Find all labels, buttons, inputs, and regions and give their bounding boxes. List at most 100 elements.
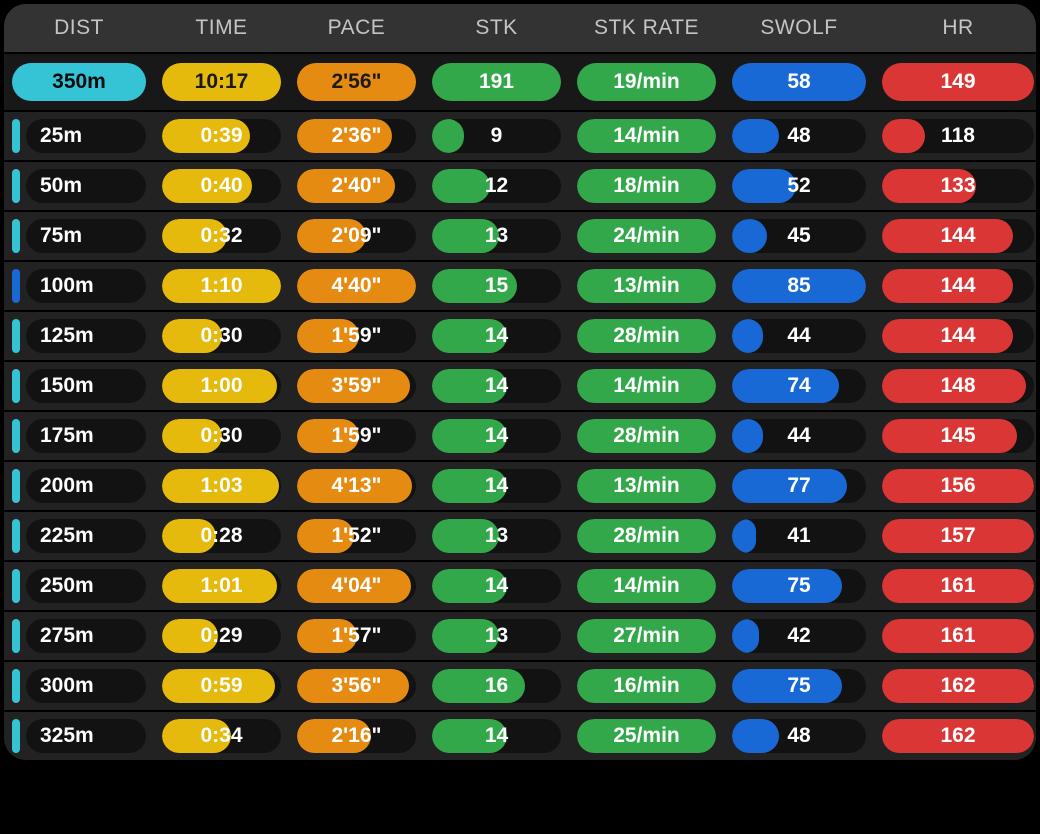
lap-stk-rate: 13/min xyxy=(577,269,716,303)
lap-swolf: 52 xyxy=(732,169,866,203)
lap-stk: 14 xyxy=(432,369,561,403)
lap-stk: 14 xyxy=(432,719,561,753)
lap-stk-rate: 13/min xyxy=(577,469,716,503)
lap-stk-rate: 28/min xyxy=(577,519,716,553)
lap-stk: 13 xyxy=(432,619,561,653)
lap-time: 0:40 xyxy=(162,169,281,203)
lap-marker-icon xyxy=(12,219,20,253)
lap-stk-rate: 14/min xyxy=(577,119,716,153)
lap-pace: 4'04" xyxy=(297,569,416,603)
lap-swolf: 41 xyxy=(732,519,866,553)
summary-stk-rate: 19/min xyxy=(577,63,716,101)
lap-stk-rate: 18/min xyxy=(577,169,716,203)
lap-row[interactable]: 325m0:342'16"1425/min48162 xyxy=(4,710,1036,760)
lap-stk: 16 xyxy=(432,669,561,703)
lap-row[interactable]: 25m0:392'36"914/min48118 xyxy=(4,110,1036,160)
col-header-stk[interactable]: STK xyxy=(424,16,569,40)
lap-dist: 25m xyxy=(26,119,146,153)
lap-swolf: 85 xyxy=(732,269,866,303)
lap-dist: 75m xyxy=(26,219,146,253)
lap-dist: 150m xyxy=(26,369,146,403)
summary-row[interactable]: 350m 10:17 2'56" 191 19/min 58 149 xyxy=(4,52,1036,110)
lap-row[interactable]: 150m 1:00 3'59" 14 14/min 74 148 xyxy=(4,360,1036,410)
lap-stk: 14 xyxy=(432,469,561,503)
lap-dist: 125m xyxy=(26,319,146,353)
summary-time: 10:17 xyxy=(162,63,281,101)
summary-hr: 149 xyxy=(882,63,1034,101)
lap-stk: 12 xyxy=(432,169,561,203)
lap-marker-icon xyxy=(12,419,20,453)
lap-pace: 4'13" xyxy=(297,469,416,503)
lap-stk: 14 xyxy=(432,419,561,453)
lap-row[interactable]: 175m0:301'59"1428/min44145 xyxy=(4,410,1036,460)
lap-hr: 161 xyxy=(882,569,1034,603)
lap-pace: 1'59" xyxy=(297,319,416,353)
lap-stk: 14 xyxy=(432,569,561,603)
lap-marker-icon xyxy=(12,669,20,703)
lap-time: 0:59 xyxy=(162,669,281,703)
lap-stk-rate: 24/min xyxy=(577,219,716,253)
lap-stk-rate: 28/min xyxy=(577,319,716,353)
lap-marker-icon xyxy=(12,519,20,553)
lap-dist: 250m xyxy=(26,569,146,603)
lap-hr: 148 xyxy=(882,369,1034,403)
lap-dist: 275m xyxy=(26,619,146,653)
lap-stk: 14 xyxy=(432,319,561,353)
lap-hr: 144 xyxy=(882,319,1034,353)
summary-pace: 2'56" xyxy=(297,63,416,101)
col-header-stk-rate[interactable]: STK RATE xyxy=(569,16,724,40)
lap-marker-icon xyxy=(12,169,20,203)
lap-stk-rate: 28/min xyxy=(577,419,716,453)
lap-pace: 4'40" xyxy=(297,269,416,303)
lap-hr: 162 xyxy=(882,669,1034,703)
lap-hr: 161 xyxy=(882,619,1034,653)
lap-marker-icon xyxy=(12,269,20,303)
lap-stk-rate: 25/min xyxy=(577,719,716,753)
lap-row[interactable]: 100m1:104'40"1513/min85144 xyxy=(4,260,1036,310)
lap-swolf: 75 xyxy=(732,669,866,703)
lap-time: 1:00 xyxy=(162,369,281,403)
col-header-swolf[interactable]: SWOLF xyxy=(724,16,874,40)
lap-hr: 162 xyxy=(882,719,1034,753)
lap-pace: 3'56" xyxy=(297,669,416,703)
lap-stk: 13 xyxy=(432,219,561,253)
lap-stk-rate: 14/min xyxy=(577,369,716,403)
col-header-dist[interactable]: DIST xyxy=(4,16,154,40)
lap-time: 1:03 xyxy=(162,469,281,503)
lap-time: 0:29 xyxy=(162,619,281,653)
lap-swolf: 44 xyxy=(732,419,866,453)
lap-hr: 156 xyxy=(882,469,1034,503)
lap-time: 1:10 xyxy=(162,269,281,303)
lap-pace: 2'40" xyxy=(297,169,416,203)
lap-dist: 100m xyxy=(26,269,146,303)
lap-stk: 9 xyxy=(432,119,561,153)
lap-row[interactable]: 50m0:402'40"1218/min52133 xyxy=(4,160,1036,210)
lap-row[interactable]: 225m0:281'52"1328/min41157 xyxy=(4,510,1036,560)
lap-swolf: 42 xyxy=(732,619,866,653)
lap-marker-icon xyxy=(12,369,20,403)
lap-row[interactable]: 300m0:593'56"1616/min75162 xyxy=(4,660,1036,710)
lap-stk-rate: 27/min xyxy=(577,619,716,653)
lap-row[interactable]: 75m0:322'09"1324/min45144 xyxy=(4,210,1036,260)
col-header-hr[interactable]: HR xyxy=(874,16,1036,40)
lap-pace: 3'59" xyxy=(297,369,416,403)
col-header-pace[interactable]: PACE xyxy=(289,16,424,40)
lap-row[interactable]: 250m1:014'04"1414/min75161 xyxy=(4,560,1036,610)
lap-swolf: 48 xyxy=(732,719,866,753)
lap-swolf: 75 xyxy=(732,569,866,603)
lap-row[interactable]: 125m0:301'59"1428/min44144 xyxy=(4,310,1036,360)
lap-row[interactable]: 275m 0:29 1'57" 13 27/min 42 161 xyxy=(4,610,1036,660)
lap-pace: 1'57" xyxy=(297,619,416,653)
lap-hr: 157 xyxy=(882,519,1034,553)
lap-swolf: 77 xyxy=(732,469,866,503)
lap-time: 0:28 xyxy=(162,519,281,553)
summary-dist: 350m xyxy=(12,63,146,101)
table-header-row: DIST TIME PACE STK STK RATE SWOLF HR xyxy=(4,4,1036,52)
col-header-time[interactable]: TIME xyxy=(154,16,289,40)
lap-marker-icon xyxy=(12,619,20,653)
lap-marker-icon xyxy=(12,319,20,353)
lap-row[interactable]: 200m1:034'13"1413/min77156 xyxy=(4,460,1036,510)
lap-time: 1:01 xyxy=(162,569,281,603)
lap-swolf: 74 xyxy=(732,369,866,403)
lap-stk-rate: 16/min xyxy=(577,669,716,703)
